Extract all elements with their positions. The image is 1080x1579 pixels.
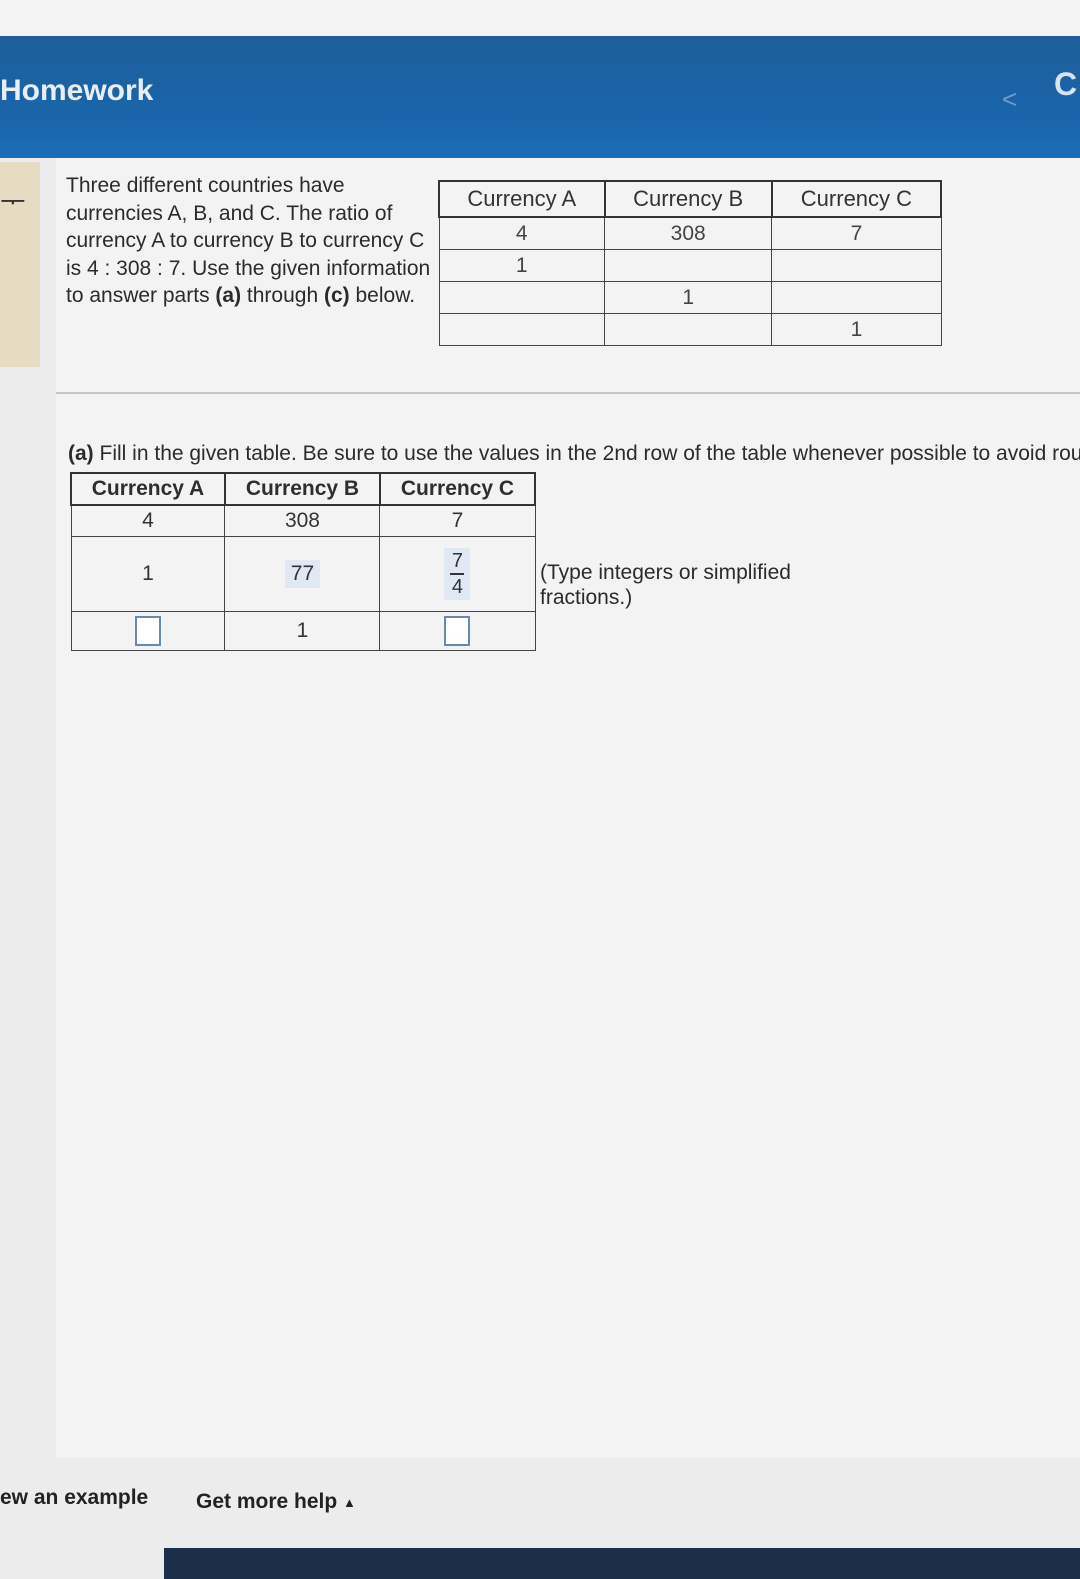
fraction-bar — [450, 573, 465, 575]
section-divider — [56, 392, 1080, 394]
ref-cell — [438, 281, 606, 314]
header-right-icon[interactable]: C — [1054, 66, 1077, 103]
problem-text-2: through — [241, 284, 324, 307]
answer-cell-a — [70, 611, 226, 651]
ref-cell: 1 — [604, 281, 773, 314]
ref-cell: 1 — [438, 249, 606, 282]
get-more-help-button[interactable]: Get more help ▲ — [196, 1490, 356, 1514]
caret-up-icon: ▲ — [343, 1494, 356, 1510]
answer-cell-c — [379, 611, 536, 651]
content-panel — [56, 158, 1080, 1458]
answer-input-c[interactable] — [444, 616, 471, 646]
fraction-denominator: 4 — [451, 575, 464, 598]
ref-cell — [771, 249, 942, 282]
problem-part-a: (a) — [215, 284, 242, 307]
answer-cell-c: 7 4 — [379, 536, 536, 612]
ref-header-b: Currency B — [603, 180, 773, 217]
ref-cell: 7 — [771, 216, 942, 250]
fraction-numerator: 7 — [451, 550, 464, 573]
answer-fraction-c[interactable]: 7 4 — [444, 548, 471, 600]
answer-header-a: Currency A — [70, 472, 226, 505]
answer-hint: (Type integers or simplified fractions.) — [540, 561, 791, 609]
answer-cell-b: 77 — [224, 536, 381, 612]
ref-cell: 308 — [604, 216, 773, 250]
answer-value-b[interactable]: 77 — [284, 560, 321, 588]
reference-table: Currency A Currency B Currency C 4 308 7… — [438, 180, 943, 346]
part-a-label: (a) — [68, 442, 94, 465]
header-title: Homework — [0, 74, 154, 107]
back-icon[interactable]: < — [1002, 84, 1017, 115]
ref-cell — [604, 249, 773, 282]
problem-part-c: (c) — [323, 284, 350, 307]
ref-cell — [771, 281, 942, 314]
ref-header-a: Currency A — [438, 180, 606, 217]
part-a-text: Fill in the given table. Be sure to use … — [99, 442, 1080, 465]
ref-cell — [438, 313, 606, 346]
answer-cell: 7 — [379, 504, 536, 537]
answer-input-a[interactable] — [134, 616, 161, 646]
answer-cell: 1 — [70, 536, 226, 612]
problem-statement: Three different countries have currencie… — [66, 172, 436, 310]
ref-cell: 1 — [771, 313, 942, 346]
get-more-help-label: Get more help — [196, 1490, 338, 1513]
ref-cell: 4 — [438, 216, 606, 250]
problem-text-3: below. — [349, 284, 416, 307]
ref-cell — [604, 313, 773, 346]
part-a-prompt: (a) Fill in the given table. Be sure to … — [68, 442, 1080, 466]
bottom-bar — [164, 1548, 1080, 1579]
answer-cell: 4 — [70, 504, 226, 537]
ref-header-c: Currency C — [770, 180, 943, 217]
answer-cell: 1 — [224, 611, 381, 651]
sidebar-mark-icon: ᅮ — [0, 186, 26, 217]
view-example-link[interactable]: ew an example — [0, 1486, 148, 1510]
answer-header-c: Currency C — [378, 472, 537, 505]
answer-cell: 308 — [224, 504, 381, 537]
top-strip — [0, 0, 1080, 36]
app-header: Homework < C — [0, 36, 1080, 158]
answer-header-b: Currency B — [223, 472, 381, 505]
answer-table: Currency A Currency B Currency C 4 308 7… — [70, 472, 537, 651]
